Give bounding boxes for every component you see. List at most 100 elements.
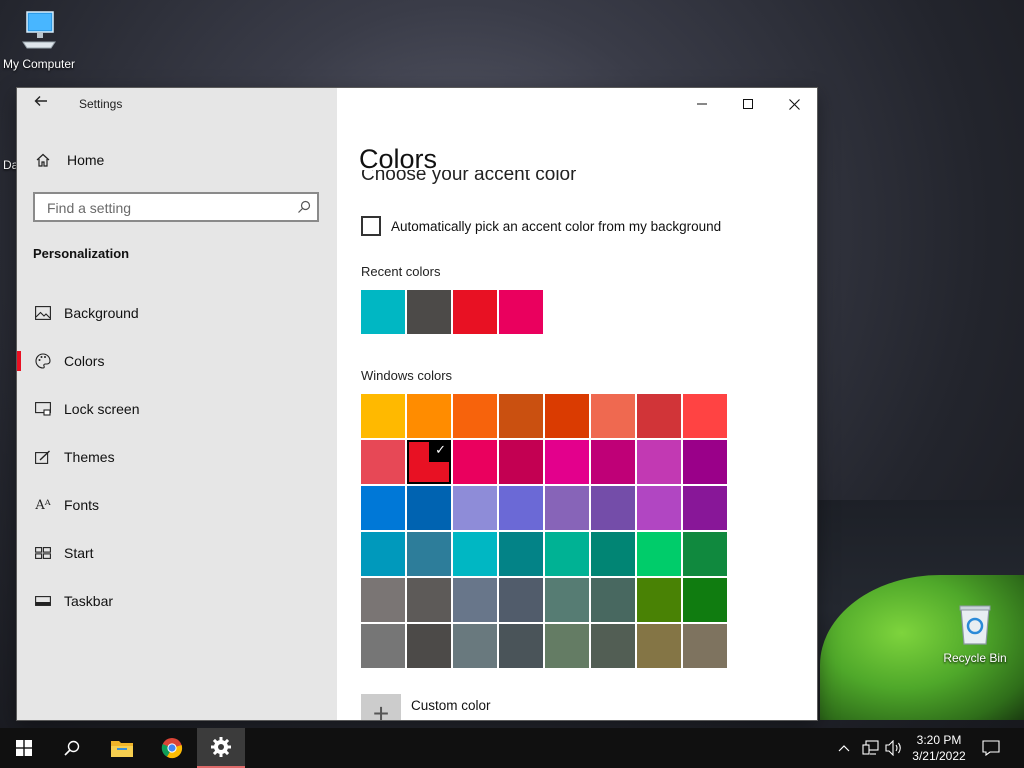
sidebar-item-label: Background [64, 305, 139, 321]
search-icon [64, 740, 80, 756]
chrome-button[interactable] [148, 728, 196, 768]
sidebar-item-themes[interactable]: Themes [17, 437, 337, 477]
windows-color-swatch[interactable] [683, 394, 727, 438]
windows-color-swatch[interactable] [453, 624, 497, 668]
clock[interactable]: 3:20 PM 3/21/2022 [904, 732, 974, 764]
windows-color-swatch[interactable] [407, 578, 451, 622]
windows-color-swatch[interactable] [591, 394, 635, 438]
windows-color-swatch[interactable] [637, 486, 681, 530]
maximize-button[interactable] [725, 88, 771, 120]
minimize-button[interactable] [679, 88, 725, 120]
windows-color-swatch[interactable]: ✓ [407, 440, 451, 484]
recent-color-swatch[interactable] [499, 290, 543, 334]
home-nav-item[interactable]: Home [33, 148, 104, 172]
start-icon [33, 547, 53, 559]
windows-color-swatch[interactable] [453, 440, 497, 484]
windows-color-swatch[interactable] [683, 486, 727, 530]
recent-color-swatch[interactable] [361, 290, 405, 334]
recent-color-swatch[interactable] [407, 290, 451, 334]
windows-color-swatch[interactable] [407, 394, 451, 438]
sidebar-item-label: Themes [64, 449, 115, 465]
windows-color-swatch[interactable] [361, 532, 405, 576]
sidebar-item-taskbar[interactable]: Taskbar [17, 581, 337, 621]
windows-color-swatch[interactable] [499, 394, 543, 438]
windows-color-swatch[interactable] [591, 532, 635, 576]
search-input[interactable] [45, 199, 289, 217]
sidebar-item-lock-screen[interactable]: Lock screen [17, 389, 337, 429]
windows-color-swatch[interactable] [453, 578, 497, 622]
recent-color-swatch[interactable] [453, 290, 497, 334]
windows-colors-label: Windows colors [361, 368, 453, 383]
maximize-icon [743, 99, 753, 109]
sidebar-item-colors[interactable]: Colors [17, 341, 337, 381]
windows-color-swatch[interactable] [545, 578, 589, 622]
sidebar-item-start[interactable]: Start [17, 533, 337, 573]
file-explorer-button[interactable] [98, 728, 146, 768]
settings-window: Settings Home Personalization Background [17, 88, 817, 720]
search-icon[interactable] [297, 200, 311, 214]
windows-color-swatch[interactable] [499, 440, 543, 484]
recycle-bin-icon [930, 602, 1020, 649]
windows-color-swatch[interactable] [591, 624, 635, 668]
sidebar-item-label: Taskbar [64, 593, 114, 609]
windows-color-swatch[interactable] [637, 532, 681, 576]
windows-color-swatch[interactable] [545, 394, 589, 438]
custom-color-button[interactable]: + Custom color [361, 694, 491, 720]
volume-icon[interactable] [885, 728, 903, 768]
start-button[interactable] [0, 728, 48, 768]
sidebar-item-fonts[interactable]: Aᴬ Fonts [17, 485, 337, 525]
windows-color-swatch[interactable] [407, 486, 451, 530]
windows-color-swatch[interactable] [637, 394, 681, 438]
taskbar: 3:20 PM 3/21/2022 [0, 728, 1024, 768]
windows-color-swatch[interactable] [683, 532, 727, 576]
action-center-button[interactable] [982, 728, 1000, 768]
windows-color-swatch[interactable] [683, 440, 727, 484]
find-setting-search[interactable] [33, 192, 319, 222]
clipped-heading: Choose your accent color [361, 170, 576, 188]
sidebar: Settings Home Personalization Background [17, 88, 337, 720]
windows-color-swatch[interactable] [683, 578, 727, 622]
desktop-icon-my-computer[interactable]: My Computer [0, 8, 84, 71]
windows-color-swatch[interactable] [453, 394, 497, 438]
windows-color-swatch[interactable] [545, 486, 589, 530]
windows-color-swatch[interactable] [361, 394, 405, 438]
windows-color-swatch[interactable] [591, 578, 635, 622]
auto-pick-accent-row[interactable]: Automatically pick an accent color from … [361, 216, 721, 236]
windows-color-swatch[interactable] [499, 486, 543, 530]
network-icon[interactable] [862, 728, 880, 768]
windows-color-swatch[interactable] [591, 486, 635, 530]
windows-color-swatch[interactable] [637, 578, 681, 622]
windows-color-swatch[interactable] [453, 486, 497, 530]
window-title: Settings [79, 97, 123, 111]
desktop-icon-recycle-bin[interactable]: Recycle Bin [930, 602, 1020, 665]
windows-color-swatch[interactable] [407, 532, 451, 576]
windows-color-swatch[interactable] [499, 624, 543, 668]
windows-color-swatch[interactable] [361, 440, 405, 484]
windows-color-swatch[interactable] [361, 624, 405, 668]
windows-color-swatch[interactable] [407, 624, 451, 668]
windows-color-swatch[interactable] [545, 532, 589, 576]
show-hidden-icons-button[interactable] [838, 728, 850, 768]
sidebar-item-label: Start [64, 545, 94, 561]
picture-icon [33, 306, 53, 320]
chevron-up-icon [838, 745, 850, 752]
sidebar-item-background[interactable]: Background [17, 293, 337, 333]
search-button[interactable] [48, 728, 96, 768]
windows-color-swatch[interactable] [545, 624, 589, 668]
windows-color-swatch[interactable] [591, 440, 635, 484]
windows-color-swatch[interactable] [637, 624, 681, 668]
windows-color-swatch[interactable] [637, 440, 681, 484]
windows-color-swatch[interactable] [683, 624, 727, 668]
desktop-icon-label: Recycle Bin [943, 651, 1007, 665]
windows-color-swatch[interactable] [361, 486, 405, 530]
taskbar-icon [33, 596, 53, 606]
close-button[interactable] [771, 88, 817, 120]
settings-button[interactable] [197, 728, 245, 768]
windows-color-swatch[interactable] [453, 532, 497, 576]
back-arrow-icon[interactable] [29, 94, 53, 114]
windows-color-swatch[interactable] [499, 578, 543, 622]
windows-color-swatch[interactable] [361, 578, 405, 622]
auto-pick-checkbox[interactable] [361, 216, 381, 236]
windows-color-swatch[interactable] [499, 532, 543, 576]
windows-color-swatch[interactable] [545, 440, 589, 484]
